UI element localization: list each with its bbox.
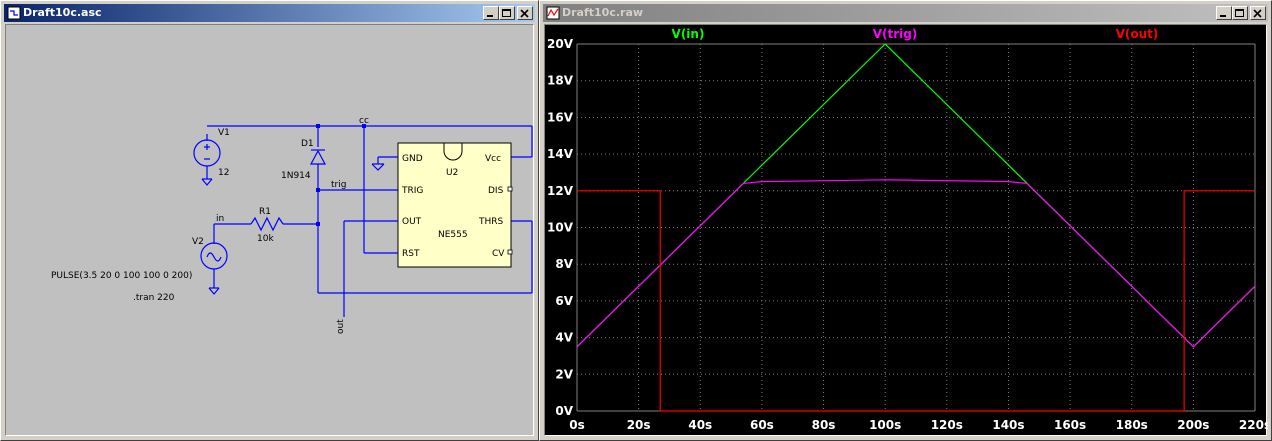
close-button[interactable] <box>1250 6 1266 20</box>
pin-vcc-label: Vcc <box>485 154 501 164</box>
legend-vout: V(out) <box>1116 27 1159 41</box>
x-tick-label: 20s <box>627 418 651 432</box>
d1-diode-symbol <box>309 149 327 165</box>
waveform-titlebar[interactable]: Draft10c.raw <box>543 4 1268 22</box>
schematic-drawing: V1 12 V2 PULSE(3.5 20 0 100 100 0 200) .… <box>51 116 533 334</box>
y-tick-label: 12V <box>547 184 574 198</box>
pin-gnd-label: GND <box>402 154 423 164</box>
close-icon <box>520 9 529 18</box>
y-tick-label: 2V <box>555 367 573 381</box>
waveform-chart: 0s 20s 40s 60s 80s 100s 120s 140s 160s 180s 200s 22… <box>547 27 1271 432</box>
y-tick-label: 20V <box>547 37 574 51</box>
pin-trig-label: TRIG <box>401 186 423 196</box>
legend-vtrig: V(trig) <box>873 27 918 41</box>
v1-value-label: 12 <box>218 168 229 178</box>
series-line-vtrig <box>576 179 1256 348</box>
pin-rst-label: RST <box>402 249 420 259</box>
tran-directive: .tran 220 <box>133 293 175 303</box>
maximize-button[interactable] <box>499 6 515 20</box>
waveform-window: Draft10c.raw 0s 20s 40s 60s 80s 100s 120s 140s 1… <box>539 0 1272 441</box>
legend-vin: V(in) <box>672 27 705 41</box>
x-tick-label: 140s <box>992 418 1024 432</box>
x-tick-label: 40s <box>688 418 712 432</box>
x-tick-label: 220s <box>1239 418 1268 432</box>
waveform-window-title: Draft10c.raw <box>562 6 644 19</box>
x-tick-label: 0s <box>569 418 585 432</box>
y-tick-label: 0V <box>555 404 573 418</box>
y-tick-label: 18V <box>547 74 574 88</box>
maximize-icon <box>1235 9 1244 17</box>
y-tick-label: 14V <box>547 147 574 161</box>
close-icon <box>1253 9 1262 18</box>
x-tick-label: 160s <box>1054 418 1086 432</box>
d1-name-label: D1 <box>301 139 314 149</box>
x-tick-label: 100s <box>869 418 901 432</box>
r1-value-label: 10k <box>257 234 274 244</box>
d1-model-label: 1N914 <box>281 171 311 181</box>
x-tick-label: 180s <box>1116 418 1148 432</box>
r1-name-label: R1 <box>259 207 271 217</box>
u2-model-label: NE555 <box>438 230 468 240</box>
schematic-window: Draft10c.asc V1 12 V2 PULSE(3.5 20 0 100… <box>0 0 539 441</box>
y-tick-label: 10V <box>547 221 574 235</box>
minimize-icon <box>487 15 493 17</box>
r1-resistor-symbol <box>250 216 284 232</box>
minimize-button[interactable] <box>1216 6 1232 20</box>
pin-out-label: OUT <box>402 217 422 227</box>
schematic-titlebar[interactable]: Draft10c.asc <box>4 4 535 22</box>
net-cc-label: cc <box>359 116 369 126</box>
net-in-label: in <box>216 214 224 224</box>
close-button[interactable] <box>517 6 533 20</box>
x-tick-label: 200s <box>1177 418 1209 432</box>
waveform-doc-icon <box>546 6 560 20</box>
minimize-icon <box>1220 15 1226 17</box>
v2-name-label: V2 <box>192 237 204 247</box>
y-tick-label: 8V <box>555 257 573 271</box>
y-tick-label: 4V <box>555 331 573 345</box>
waveform-plot-area[interactable]: 0s 20s 40s 60s 80s 100s 120s 140s 160s 180s 200s 22… <box>544 24 1271 436</box>
x-tick-label: 120s <box>931 418 963 432</box>
minimize-button[interactable] <box>483 6 499 20</box>
maximize-icon <box>502 9 511 17</box>
y-tick-label: 16V <box>547 110 574 124</box>
pin-cv-label: CV <box>492 249 505 259</box>
schematic-doc-icon <box>7 6 21 20</box>
u2-name-label: U2 <box>446 168 458 178</box>
v2-value-label: PULSE(3.5 20 0 100 100 0 200) <box>51 271 192 281</box>
x-tick-label: 80s <box>812 418 836 432</box>
junction-dots <box>316 124 366 226</box>
maximize-button[interactable] <box>1232 6 1248 20</box>
x-tick-label: 60s <box>750 418 774 432</box>
net-trig-label: trig <box>331 180 346 190</box>
v1-source-symbol <box>193 139 221 167</box>
v1-name-label: V1 <box>218 128 230 138</box>
pin-thrs-label: THRS <box>478 217 504 227</box>
pin-dis-label: DIS <box>488 186 504 196</box>
schematic-window-title: Draft10c.asc <box>23 6 102 19</box>
y-tick-label: 6V <box>555 294 573 308</box>
schematic-canvas[interactable]: V1 12 V2 PULSE(3.5 20 0 100 100 0 200) .… <box>5 24 534 436</box>
net-out-label: out <box>336 319 346 334</box>
